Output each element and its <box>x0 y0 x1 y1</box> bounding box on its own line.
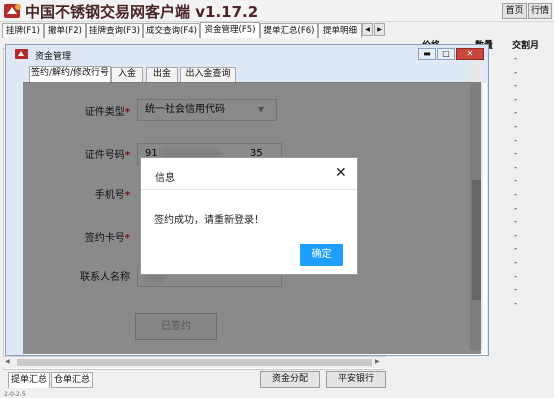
fund-allocation-button[interactable]: 资金分配 <box>260 371 320 388</box>
app-logo-icon <box>4 4 21 18</box>
dialog-title: 信息 <box>155 173 175 184</box>
confirm-button[interactable]: 确定 <box>300 244 343 266</box>
delivery-cell: - <box>514 67 518 78</box>
tab-bill-summary-bottom[interactable]: 提单汇总 <box>8 372 50 388</box>
tab-transfer-query[interactable]: 出入金查询 <box>180 67 236 82</box>
app-title: 中国不锈钢交易网客户端 v1.17.2 <box>25 3 259 21</box>
main-tab-strip: 挂牌(F1) 撤单(F2) 挂牌查询(F3) 成交查询(F4) 资金管理(F5)… <box>0 22 386 38</box>
delivery-cell: - <box>514 190 518 200</box>
home-button[interactable]: 首页 <box>502 3 527 19</box>
delivery-cell: - <box>514 298 518 309</box>
maximize-icon[interactable]: □ <box>437 48 455 60</box>
delivery-cell: - <box>514 94 518 105</box>
fund-window-icon <box>15 49 28 59</box>
tab-trade-query[interactable]: 成交查询(F4) <box>143 23 200 38</box>
scroll-right-icon[interactable]: ▶ <box>375 358 380 365</box>
delivery-cell: - <box>514 122 518 132</box>
tab-listing-query[interactable]: 挂牌查询(F3) <box>86 23 143 38</box>
tab-scroll-right-icon[interactable]: ▶ <box>374 23 385 36</box>
minimize-icon[interactable]: ▬ <box>418 48 436 60</box>
bottom-scribble: 2-0-2-5 <box>4 391 26 398</box>
column-header-delivery: 交割月 <box>512 41 540 51</box>
tab-bill-detail[interactable]: 提单明细 <box>318 23 362 38</box>
delivery-cell: - <box>514 203 518 214</box>
tab-cancel[interactable]: 撤单(F2) <box>44 23 86 38</box>
tab-fund-management[interactable]: 资金管理(F5) <box>200 22 260 38</box>
info-dialog: 信息 ✕ 签约成功，请重新登录！ 确定 <box>140 157 358 275</box>
delivery-cell: - <box>514 162 518 173</box>
tab-listing[interactable]: 挂牌(F1) <box>2 23 44 38</box>
delivery-cell: - <box>514 285 518 296</box>
scroll-left-icon[interactable]: ◀ <box>5 358 10 365</box>
pingan-bank-button[interactable]: 平安银行 <box>326 371 386 388</box>
delivery-cell: - <box>514 271 518 282</box>
tab-deposit[interactable]: 入金 <box>111 67 143 82</box>
tab-withdraw[interactable]: 出金 <box>146 67 178 82</box>
delivery-cell: - <box>514 258 518 268</box>
delivery-cell: - <box>514 81 518 92</box>
delivery-cell: - <box>514 217 518 228</box>
delivery-cell: - <box>514 149 518 160</box>
delivery-cell: - <box>514 54 518 64</box>
delivery-cell: - <box>514 108 518 119</box>
delivery-cell: - <box>514 244 518 255</box>
tab-bill-summary[interactable]: 提单汇总(F6) <box>260 23 318 38</box>
close-icon[interactable]: ✕ <box>335 166 347 180</box>
fund-window-title: 资金管理 <box>35 52 72 62</box>
horizontal-scrollbar-thumb[interactable] <box>17 359 372 366</box>
dialog-divider <box>141 189 357 190</box>
tab-scroll-left-icon[interactable]: ◀ <box>362 23 373 36</box>
delivery-cell: - <box>514 176 518 187</box>
delivery-cell: - <box>514 230 518 241</box>
tab-sign-contract[interactable]: 签约/解约/修改行号 <box>29 66 111 83</box>
quote-button[interactable]: 行情 <box>528 3 552 19</box>
dialog-message: 签约成功，请重新登录！ <box>154 215 264 226</box>
horizontal-scrollbar[interactable]: ◀ ▶ <box>3 356 386 368</box>
delivery-cell: - <box>514 135 518 146</box>
window-close-icon[interactable]: ✕ <box>456 48 484 60</box>
tab-warehouse-summary[interactable]: 仓单汇总 <box>51 372 93 388</box>
